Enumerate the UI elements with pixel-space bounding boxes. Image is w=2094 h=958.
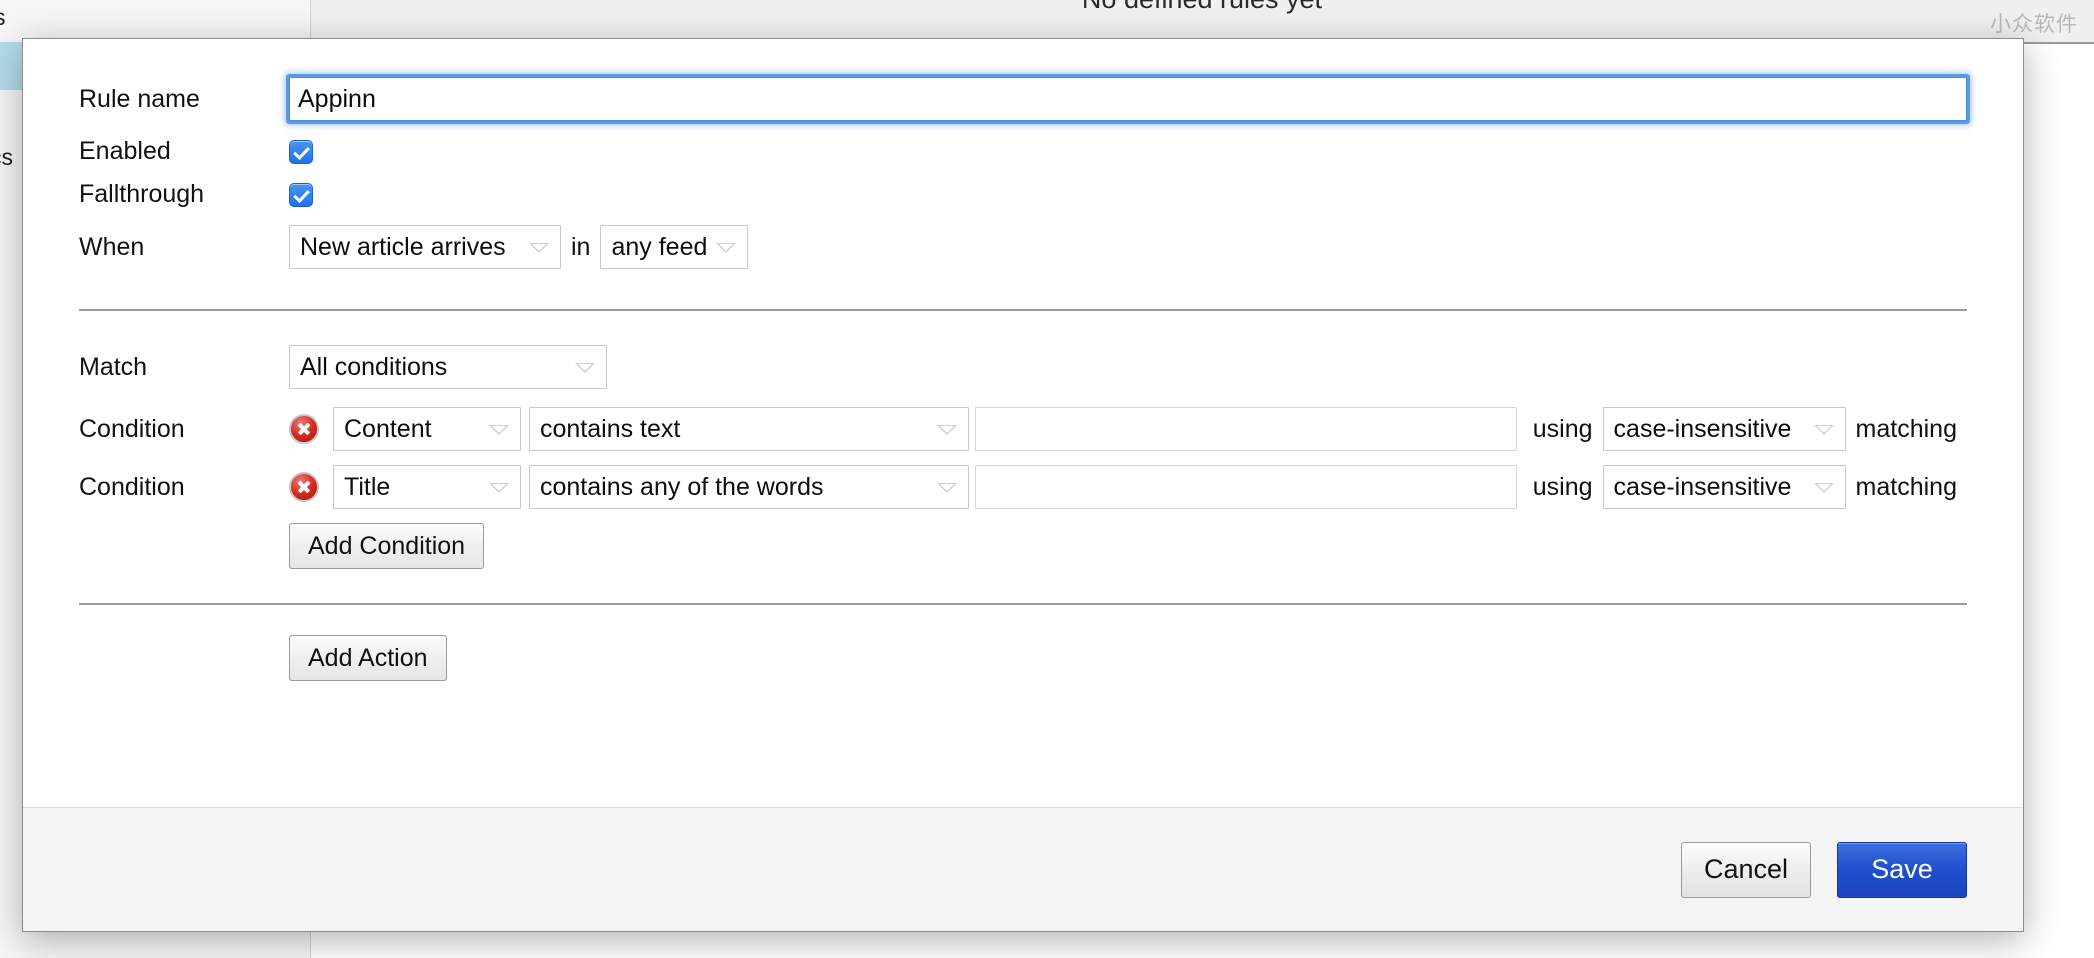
- enabled-checkbox[interactable]: [289, 139, 313, 164]
- actions-section-divider: [79, 603, 1967, 605]
- add-action-wrapper: Add Action: [79, 635, 1967, 681]
- condition-label: Condition: [79, 472, 185, 501]
- fallthrough-checkbox[interactable]: [289, 182, 313, 207]
- match-select[interactable]: All conditions: [289, 345, 607, 389]
- when-joiner-label: in: [571, 232, 591, 261]
- condition-matching-value: case-insensitive: [1613, 414, 1792, 443]
- when-feed-value: any feed: [611, 232, 708, 261]
- condition-value-input[interactable]: [975, 407, 1517, 451]
- fallthrough-row: Fallthrough: [79, 182, 1967, 207]
- condition-row: Condition Content contains text using ca…: [79, 407, 1967, 451]
- rule-name-label: Rule name: [79, 84, 200, 113]
- condition-matching-label: matching: [1855, 414, 1957, 443]
- condition-field-value: Content: [344, 414, 432, 443]
- condition-matching-label: matching: [1855, 472, 1957, 501]
- enabled-label: Enabled: [79, 137, 171, 165]
- condition-operator-select[interactable]: contains text: [529, 407, 969, 451]
- add-action-button[interactable]: Add Action: [289, 635, 447, 681]
- watermark-label: 小众软件: [1990, 13, 2078, 36]
- add-condition-button[interactable]: Add Condition: [289, 523, 485, 569]
- dialog-body: Rule name Enabled Fallthrough When New a…: [23, 39, 2023, 807]
- condition-operator-value: contains text: [540, 414, 681, 443]
- condition-operator-select[interactable]: contains any of the words: [529, 465, 969, 509]
- condition-operator-value: contains any of the words: [540, 472, 824, 501]
- save-button[interactable]: Save: [1837, 841, 1967, 898]
- dialog-footer: Cancel Save: [23, 807, 2023, 931]
- chevron-down-icon: [489, 483, 509, 493]
- condition-using-label: using: [1532, 414, 1593, 443]
- add-condition-wrapper: Add Condition: [79, 523, 1967, 569]
- rule-name-row: Rule name: [79, 77, 1967, 121]
- condition-value-input[interactable]: [975, 465, 1517, 509]
- rule-name-input[interactable]: [289, 77, 1967, 121]
- chevron-down-icon: [1813, 425, 1834, 435]
- when-event-value: New article arrives: [300, 232, 506, 261]
- match-value: All conditions: [300, 352, 448, 381]
- conditions-section-divider: [79, 309, 1967, 311]
- delete-condition-icon[interactable]: [289, 414, 319, 444]
- chevron-down-icon: [529, 243, 549, 253]
- condition-field-select[interactable]: Title: [333, 465, 521, 509]
- condition-field-value: Title: [344, 472, 391, 501]
- condition-matching-select[interactable]: case-insensitive: [1602, 407, 1846, 451]
- fallthrough-label: Fallthrough: [79, 180, 205, 208]
- condition-label: Condition: [79, 414, 185, 443]
- chevron-down-icon: [489, 425, 509, 435]
- sidebar-item-label-mid: cs: [0, 144, 13, 170]
- when-label: When: [79, 232, 145, 261]
- condition-row: Condition Title contains any of the word…: [79, 465, 1967, 509]
- chevron-down-icon: [575, 363, 595, 373]
- condition-field-select[interactable]: Content: [333, 407, 521, 451]
- sidebar-item-label-top: s: [0, 4, 6, 31]
- chevron-down-icon: [1813, 483, 1834, 493]
- cancel-button[interactable]: Cancel: [1680, 841, 1811, 898]
- when-event-select[interactable]: New article arrives: [289, 225, 561, 269]
- match-label: Match: [79, 352, 148, 381]
- condition-matching-select[interactable]: case-insensitive: [1602, 465, 1846, 509]
- chevron-down-icon: [716, 243, 737, 253]
- delete-condition-icon[interactable]: [289, 472, 319, 502]
- condition-matching-value: case-insensitive: [1613, 472, 1792, 501]
- rule-editor-dialog: Rule name Enabled Fallthrough When New a…: [22, 38, 2024, 932]
- when-feed-select[interactable]: any feed: [600, 225, 749, 269]
- condition-using-label: using: [1532, 472, 1593, 501]
- when-row: When New article arrives in any feed: [79, 225, 1967, 269]
- enabled-row: Enabled: [79, 139, 1967, 164]
- empty-state-message: No defined rules yet: [310, 0, 2094, 15]
- chevron-down-icon: [937, 425, 957, 435]
- match-row: Match All conditions: [79, 345, 1967, 389]
- chevron-down-icon: [937, 483, 957, 493]
